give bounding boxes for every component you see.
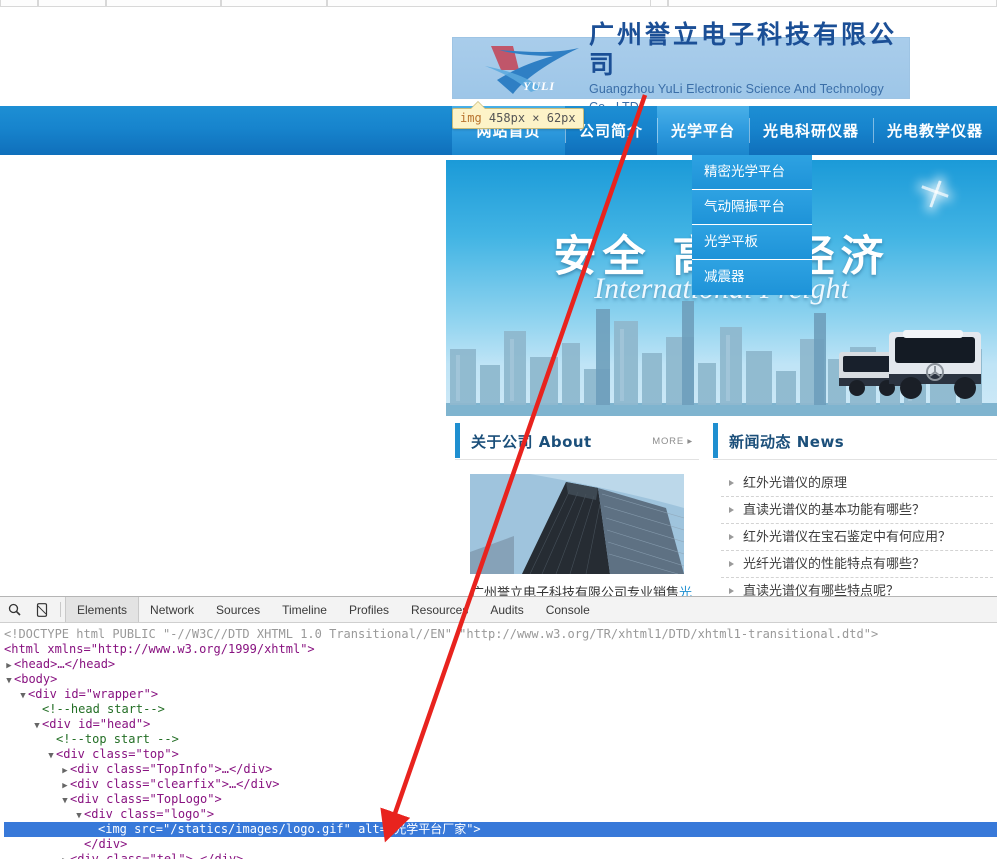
tab-timeline[interactable]: Timeline xyxy=(271,597,338,622)
html-tag-text: <html xmlns="http://www.w3.org/1999/xhtm… xyxy=(4,642,315,656)
list-item[interactable]: 直读光谱仪的基本功能有哪些？ xyxy=(721,497,993,524)
head-tag-text: <head>…</head> xyxy=(14,657,116,671)
about-description-text: 广州誉立电子科技有限公司专业销售 xyxy=(471,586,680,596)
nav-item-label: 光学平台 xyxy=(670,122,735,140)
list-item[interactable]: 红外光谱仪在宝石鉴定中有何应用？ xyxy=(721,524,993,551)
list-item[interactable]: 光纤光谱仪的性能特点有哪些？ xyxy=(721,551,993,578)
about-panel-header: 关于公司 About MORE ▸ xyxy=(455,423,699,460)
tab-elements[interactable]: Elements xyxy=(65,597,140,622)
about-more-link[interactable]: MORE ▸ xyxy=(652,436,693,447)
dom-line-close-logo-div: </div> xyxy=(4,837,997,852)
about-panel: 关于公司 About MORE ▸ 广州誉立电子科技有限公司专业销售光 xyxy=(455,423,699,596)
nav-item-optoelectronic-teaching-instruments[interactable]: 光电教学仪器 xyxy=(872,106,997,155)
dom-line-img-selected[interactable]: <img src="/statics/images/logo.gif" alt=… xyxy=(4,822,997,837)
logo-mark-text: YULI xyxy=(523,79,555,93)
dom-line-wrapper[interactable]: ▼ <div id="wrapper"> xyxy=(4,687,997,702)
dom-line-head-div[interactable]: ▼ <div id="head"> xyxy=(4,717,997,732)
img-tag-text: <img src="/statics/images/logo.gif" alt=… xyxy=(98,822,481,836)
nav-item-label: 光电科研仪器 xyxy=(762,122,859,140)
dom-line-body[interactable]: ▼ <body> xyxy=(4,672,997,687)
device-toolbar-icon[interactable] xyxy=(28,597,56,622)
dom-line-doctype: <!DOCTYPE html PUBLIC "-//W3C//DTD XHTML… xyxy=(4,627,997,642)
screenshot-root: YULI 广州誉立电子科技有限公司 Guangzhou YuLi Electro… xyxy=(0,0,997,859)
dom-line-logo[interactable]: ▼ <div class="logo"> xyxy=(4,807,997,822)
toolbar-divider xyxy=(60,602,61,617)
tab-resources[interactable]: Resources xyxy=(400,597,479,622)
tab-profiles[interactable]: Profiles xyxy=(338,597,400,622)
nav-item-label: 公司简介 xyxy=(578,122,643,140)
tab-sources[interactable]: Sources xyxy=(205,597,271,622)
comment-text: <!--head start--> xyxy=(42,702,165,716)
dom-line-tel[interactable]: ▶<div class="tel">…</div> xyxy=(4,852,997,859)
wrapper-div-text: <div id="wrapper"> xyxy=(28,687,159,701)
optical-platform-dropdown-menu: 精密光学平台 气动隔振平台 光学平板 减震器 xyxy=(692,155,812,295)
logo-company-name-cn: 广州誉立电子科技有限公司 xyxy=(589,20,898,79)
devtools-toolbar: Elements Network Sources Timeline Profil… xyxy=(0,597,997,623)
devtools-panel: Elements Network Sources Timeline Profil… xyxy=(0,596,997,859)
news-panel: 新闻动态 News 红外光谱仪的原理 直读光谱仪的基本功能有哪些？ 红外光谱仪在… xyxy=(713,423,997,596)
dom-line-comment-head-start: <!--head start--> xyxy=(4,702,997,717)
expand-triangle-icon[interactable]: ▶ xyxy=(60,854,70,859)
about-panel-title: 关于公司 About xyxy=(471,432,592,451)
about-description-highlight: 光 xyxy=(679,586,693,596)
list-item[interactable]: 直读光谱仪有哪些特点呢？ xyxy=(721,578,993,596)
dropdown-item-shock-absorber[interactable]: 减震器 xyxy=(692,260,812,295)
news-panel-title: 新闻动态 News xyxy=(729,432,845,451)
dom-line-clearfix[interactable]: ▶ <div class="clearfix">…</div> xyxy=(4,777,997,792)
topinfo-div-text: <div class="TopInfo">…</div> xyxy=(70,762,273,776)
tooltip-tag-name: img xyxy=(460,111,482,125)
inspected-web-page: YULI 广州誉立电子科技有限公司 Guangzhou YuLi Electro… xyxy=(0,8,997,596)
element-highlight-tooltip: img 458px × 62px xyxy=(452,101,584,129)
close-div-text: </div> xyxy=(84,837,128,851)
about-building-thumbnail xyxy=(470,474,684,574)
tel-div-text: <div class="tel">…</div> xyxy=(70,852,244,859)
news-list: 红外光谱仪的原理 直读光谱仪的基本功能有哪些？ 红外光谱仪在宝石鉴定中有何应用？… xyxy=(713,460,997,596)
truck-graphic xyxy=(839,330,981,399)
dom-tree: <!DOCTYPE html PUBLIC "-//W3C//DTD XHTML… xyxy=(0,623,997,859)
top-div-text: <div class="top"> xyxy=(56,747,179,761)
news-panel-header: 新闻动态 News xyxy=(713,423,997,460)
nav-item-label: 光电教学仪器 xyxy=(886,122,983,140)
list-item[interactable]: 红外光谱仪的原理 xyxy=(721,470,993,497)
clearfix-div-text: <div class="clearfix">…</div> xyxy=(70,777,280,791)
toplogo-div-text: <div class="TopLogo"> xyxy=(70,792,222,806)
dom-line-comment-top-start: <!--top start --> xyxy=(4,732,997,747)
tab-network[interactable]: Network xyxy=(139,597,205,622)
nav-item-optoelectronic-research-instruments[interactable]: 光电科研仪器 xyxy=(748,106,873,155)
about-description: 广州誉立电子科技有限公司专业销售光 xyxy=(471,584,699,596)
dom-line-head[interactable]: ▶ <head>…</head> xyxy=(4,657,997,672)
body-tag-text: <body> xyxy=(14,672,58,686)
dom-line-toplogo[interactable]: ▼ <div class="TopLogo"> xyxy=(4,792,997,807)
dom-line-html[interactable]: <html xmlns="http://www.w3.org/1999/xhtm… xyxy=(4,642,997,657)
site-logo-banner: YULI 广州誉立电子科技有限公司 Guangzhou YuLi Electro… xyxy=(452,20,910,114)
dom-line-topinfo[interactable]: ▶ <div class="TopInfo">…</div> xyxy=(4,762,997,777)
yuli-logo-mark-icon: YULI xyxy=(479,40,587,96)
tab-audits[interactable]: Audits xyxy=(479,597,534,622)
head-div-text: <div id="head"> xyxy=(42,717,151,731)
nav-item-optical-platform[interactable]: 光学平台 xyxy=(656,106,749,155)
dom-line-top[interactable]: ▼ <div class="top"> xyxy=(4,747,997,762)
dropdown-item-pneumatic-vibration-isolation-platform[interactable]: 气动隔振平台 xyxy=(692,190,812,225)
inspect-element-icon[interactable] xyxy=(0,597,28,622)
doctype-text: <!DOCTYPE html PUBLIC "-//W3C//DTD XHTML… xyxy=(4,627,879,641)
dropdown-item-precision-optical-platform[interactable]: 精密光学平台 xyxy=(692,155,812,190)
tooltip-dimensions: 458px × 62px xyxy=(488,111,576,125)
about-more-label: MORE xyxy=(652,435,684,447)
tab-console[interactable]: Console xyxy=(535,597,601,622)
dropdown-item-optical-breadboard[interactable]: 光学平板 xyxy=(692,225,812,260)
logo-div-text: <div class="logo"> xyxy=(84,807,215,821)
comment-text: <!--top start --> xyxy=(56,732,179,746)
